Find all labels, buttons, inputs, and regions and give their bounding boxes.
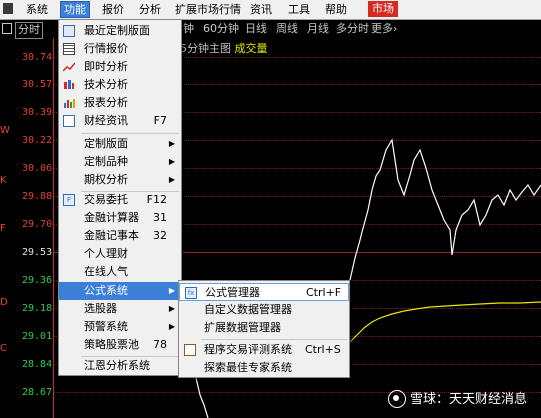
submenu-arrow-icon: ▶ bbox=[168, 139, 175, 148]
menu-item-label: 即时分析 bbox=[84, 60, 128, 73]
menu-item-label: 最近定制版面 bbox=[84, 24, 150, 37]
recent-layout-icon bbox=[63, 25, 75, 37]
submenu-item-label: 公式管理器 bbox=[205, 286, 260, 299]
submenu-separator bbox=[201, 339, 347, 340]
submenu-item-formula-manager[interactable]: fx 公式管理器 Ctrl+F bbox=[179, 283, 349, 301]
submenu-item-expert-system[interactable]: 探索最佳专家系统 bbox=[179, 359, 349, 377]
menu-item-label: 江恩分析系统 bbox=[84, 359, 150, 372]
price-line-left bbox=[195, 377, 209, 418]
menu-item-shortcut: F7 bbox=[153, 114, 167, 127]
menu-item-label: 预警系统 bbox=[84, 320, 128, 333]
submenu-arrow-icon: ▶ bbox=[168, 304, 175, 313]
menu-item-shortcut: F12 bbox=[146, 193, 167, 206]
candlestick-icon bbox=[63, 79, 75, 91]
menu-item-quote-list[interactable]: 行情报价 bbox=[59, 40, 181, 58]
menu-item-shortcut: 31 bbox=[153, 211, 167, 224]
formula-manager-icon: fx bbox=[185, 287, 197, 299]
menu-item-option-analysis[interactable]: 期权分析 ▶ bbox=[59, 171, 181, 189]
submenu-item-shortcut: Ctrl+S bbox=[305, 343, 341, 356]
formula-submenu: fx 公式管理器 Ctrl+F 自定义数据管理器 扩展数据管理器 程序交易评测系… bbox=[178, 280, 350, 378]
menu-item-online-popularity[interactable]: 在线人气 bbox=[59, 263, 181, 281]
menu-item-label: 交易委托 bbox=[84, 193, 128, 206]
submenu-arrow-icon: ▶ bbox=[168, 322, 175, 331]
submenu-arrow-icon: ▶ bbox=[168, 157, 175, 166]
menu-item-label: 报表分析 bbox=[84, 96, 128, 109]
price-line bbox=[349, 138, 541, 281]
menu-separator bbox=[81, 133, 179, 134]
submenu-arrow-icon: ▶ bbox=[168, 286, 175, 295]
menu-item-alert-system[interactable]: 预警系统 ▶ bbox=[59, 318, 181, 336]
menu-item-label: 期权分析 bbox=[84, 173, 128, 186]
menu-item-label: 定制版面 bbox=[84, 137, 128, 150]
menu-item-stock-screener[interactable]: 选股器 ▶ bbox=[59, 300, 181, 318]
news-icon bbox=[63, 115, 75, 127]
program-trade-icon bbox=[184, 344, 196, 356]
menu-item-recent-layout[interactable]: 最近定制版面 bbox=[59, 22, 181, 40]
menu-item-label: 行情报价 bbox=[84, 42, 128, 55]
average-price-line bbox=[349, 301, 541, 343]
menu-item-technical-analysis[interactable]: 技术分析 bbox=[59, 76, 181, 94]
menu-item-finance-calculator[interactable]: 金融计算器 31 bbox=[59, 209, 181, 227]
submenu-item-label: 扩展数据管理器 bbox=[204, 321, 281, 334]
quote-grid-icon bbox=[63, 43, 75, 55]
submenu-item-shortcut: Ctrl+F bbox=[306, 286, 342, 299]
report-chart-icon bbox=[63, 97, 75, 109]
submenu-item-program-trade-evaluation[interactable]: 程序交易评测系统 Ctrl+S bbox=[179, 341, 349, 359]
submenu-item-label: 自定义数据管理器 bbox=[204, 303, 292, 316]
menu-item-trade-order[interactable]: F 交易委托 F12 bbox=[59, 191, 181, 209]
menu-item-label: 定制品种 bbox=[84, 155, 128, 168]
function-dropdown-menu: 最近定制版面 行情报价 即时分析 技术分析 报表分析 财经资讯 F7 定制版面 … bbox=[58, 19, 182, 376]
menu-item-strategy-pool[interactable]: 策略股票池 78 bbox=[59, 336, 181, 354]
menu-item-label: 技术分析 bbox=[84, 78, 128, 91]
submenu-item-custom-data-manager[interactable]: 自定义数据管理器 bbox=[179, 301, 349, 319]
menu-item-custom-symbols[interactable]: 定制品种 ▶ bbox=[59, 153, 181, 171]
menu-item-shortcut: 78 bbox=[153, 338, 167, 351]
submenu-item-label: 程序交易评测系统 bbox=[204, 343, 292, 356]
menu-item-label: 公式系统 bbox=[84, 284, 128, 297]
intraday-line-icon bbox=[62, 61, 76, 73]
menu-item-label: 策略股票池 bbox=[84, 338, 139, 351]
watermark: 雪球：天天财经消息 bbox=[387, 388, 527, 408]
menu-item-label: 选股器 bbox=[84, 302, 117, 315]
menu-item-finance-news[interactable]: 财经资讯 F7 bbox=[59, 112, 181, 130]
menu-item-label: 在线人气 bbox=[84, 265, 128, 278]
menu-item-label: 金融记事本 bbox=[84, 229, 139, 242]
menu-item-personal-finance[interactable]: 个人理财 bbox=[59, 245, 181, 263]
menu-item-shortcut: 32 bbox=[153, 229, 167, 242]
menu-item-label: 金融计算器 bbox=[84, 211, 139, 224]
menu-item-gann-analysis[interactable]: 江恩分析系统 bbox=[59, 357, 181, 375]
submenu-item-extended-data-manager[interactable]: 扩展数据管理器 bbox=[179, 319, 349, 337]
trade-icon: F bbox=[63, 194, 75, 206]
menu-item-report-analysis[interactable]: 报表分析 bbox=[59, 94, 181, 112]
menu-item-formula-system[interactable]: 公式系统 ▶ bbox=[59, 282, 181, 300]
menu-item-label: 财经资讯 bbox=[84, 114, 128, 127]
menu-item-custom-layout[interactable]: 定制版面 ▶ bbox=[59, 135, 181, 153]
submenu-arrow-icon: ▶ bbox=[168, 175, 175, 184]
menu-item-label: 个人理财 bbox=[84, 247, 128, 260]
menu-item-intraday-analysis[interactable]: 即时分析 bbox=[59, 58, 181, 76]
xueqiu-logo-icon bbox=[387, 390, 406, 408]
watermark-text: 雪球：天天财经消息 bbox=[409, 391, 527, 407]
menu-item-finance-notebook[interactable]: 金融记事本 32 bbox=[59, 227, 181, 245]
submenu-item-label: 探索最佳专家系统 bbox=[204, 361, 292, 374]
